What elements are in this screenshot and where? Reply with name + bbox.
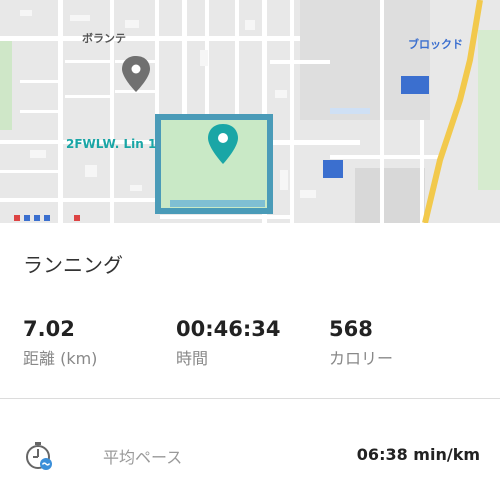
stat-distance: 7.02 距離 (km) <box>23 316 97 369</box>
divider <box>0 398 500 399</box>
calories-value: 568 <box>329 317 373 341</box>
activity-summary-card: ランニング 7.02 距離 (km) 00:46:34 時間 568 カロリー … <box>0 223 500 500</box>
stopwatch-icon <box>26 442 52 470</box>
stat-calories: 568 カロリー <box>329 316 393 369</box>
stat-duration: 00:46:34 時間 <box>176 316 280 369</box>
map-park-label: 2FWLW. Lin 1 <box>66 137 157 151</box>
activity-title: ランニング <box>23 253 123 277</box>
route-map[interactable]: ボランテ 2FWLW. Lin 1 ブロックド <box>0 0 500 223</box>
average-pace-value: 06:38 min/km <box>356 445 480 464</box>
distance-value: 7.02 <box>23 317 75 341</box>
distance-label: 距離 (km) <box>23 349 98 368</box>
map-canvas <box>0 0 500 223</box>
average-pace-row[interactable]: 平均ペース 06:38 min/km <box>0 435 500 479</box>
map-place-label: ボランテ <box>82 32 126 45</box>
calories-label: カロリー <box>329 349 394 368</box>
average-pace-label: 平均ペース <box>103 448 183 467</box>
duration-label: 時間 <box>176 349 209 368</box>
map-top-right-label: ブロックド <box>408 38 463 51</box>
duration-value: 00:46:34 <box>176 317 281 341</box>
